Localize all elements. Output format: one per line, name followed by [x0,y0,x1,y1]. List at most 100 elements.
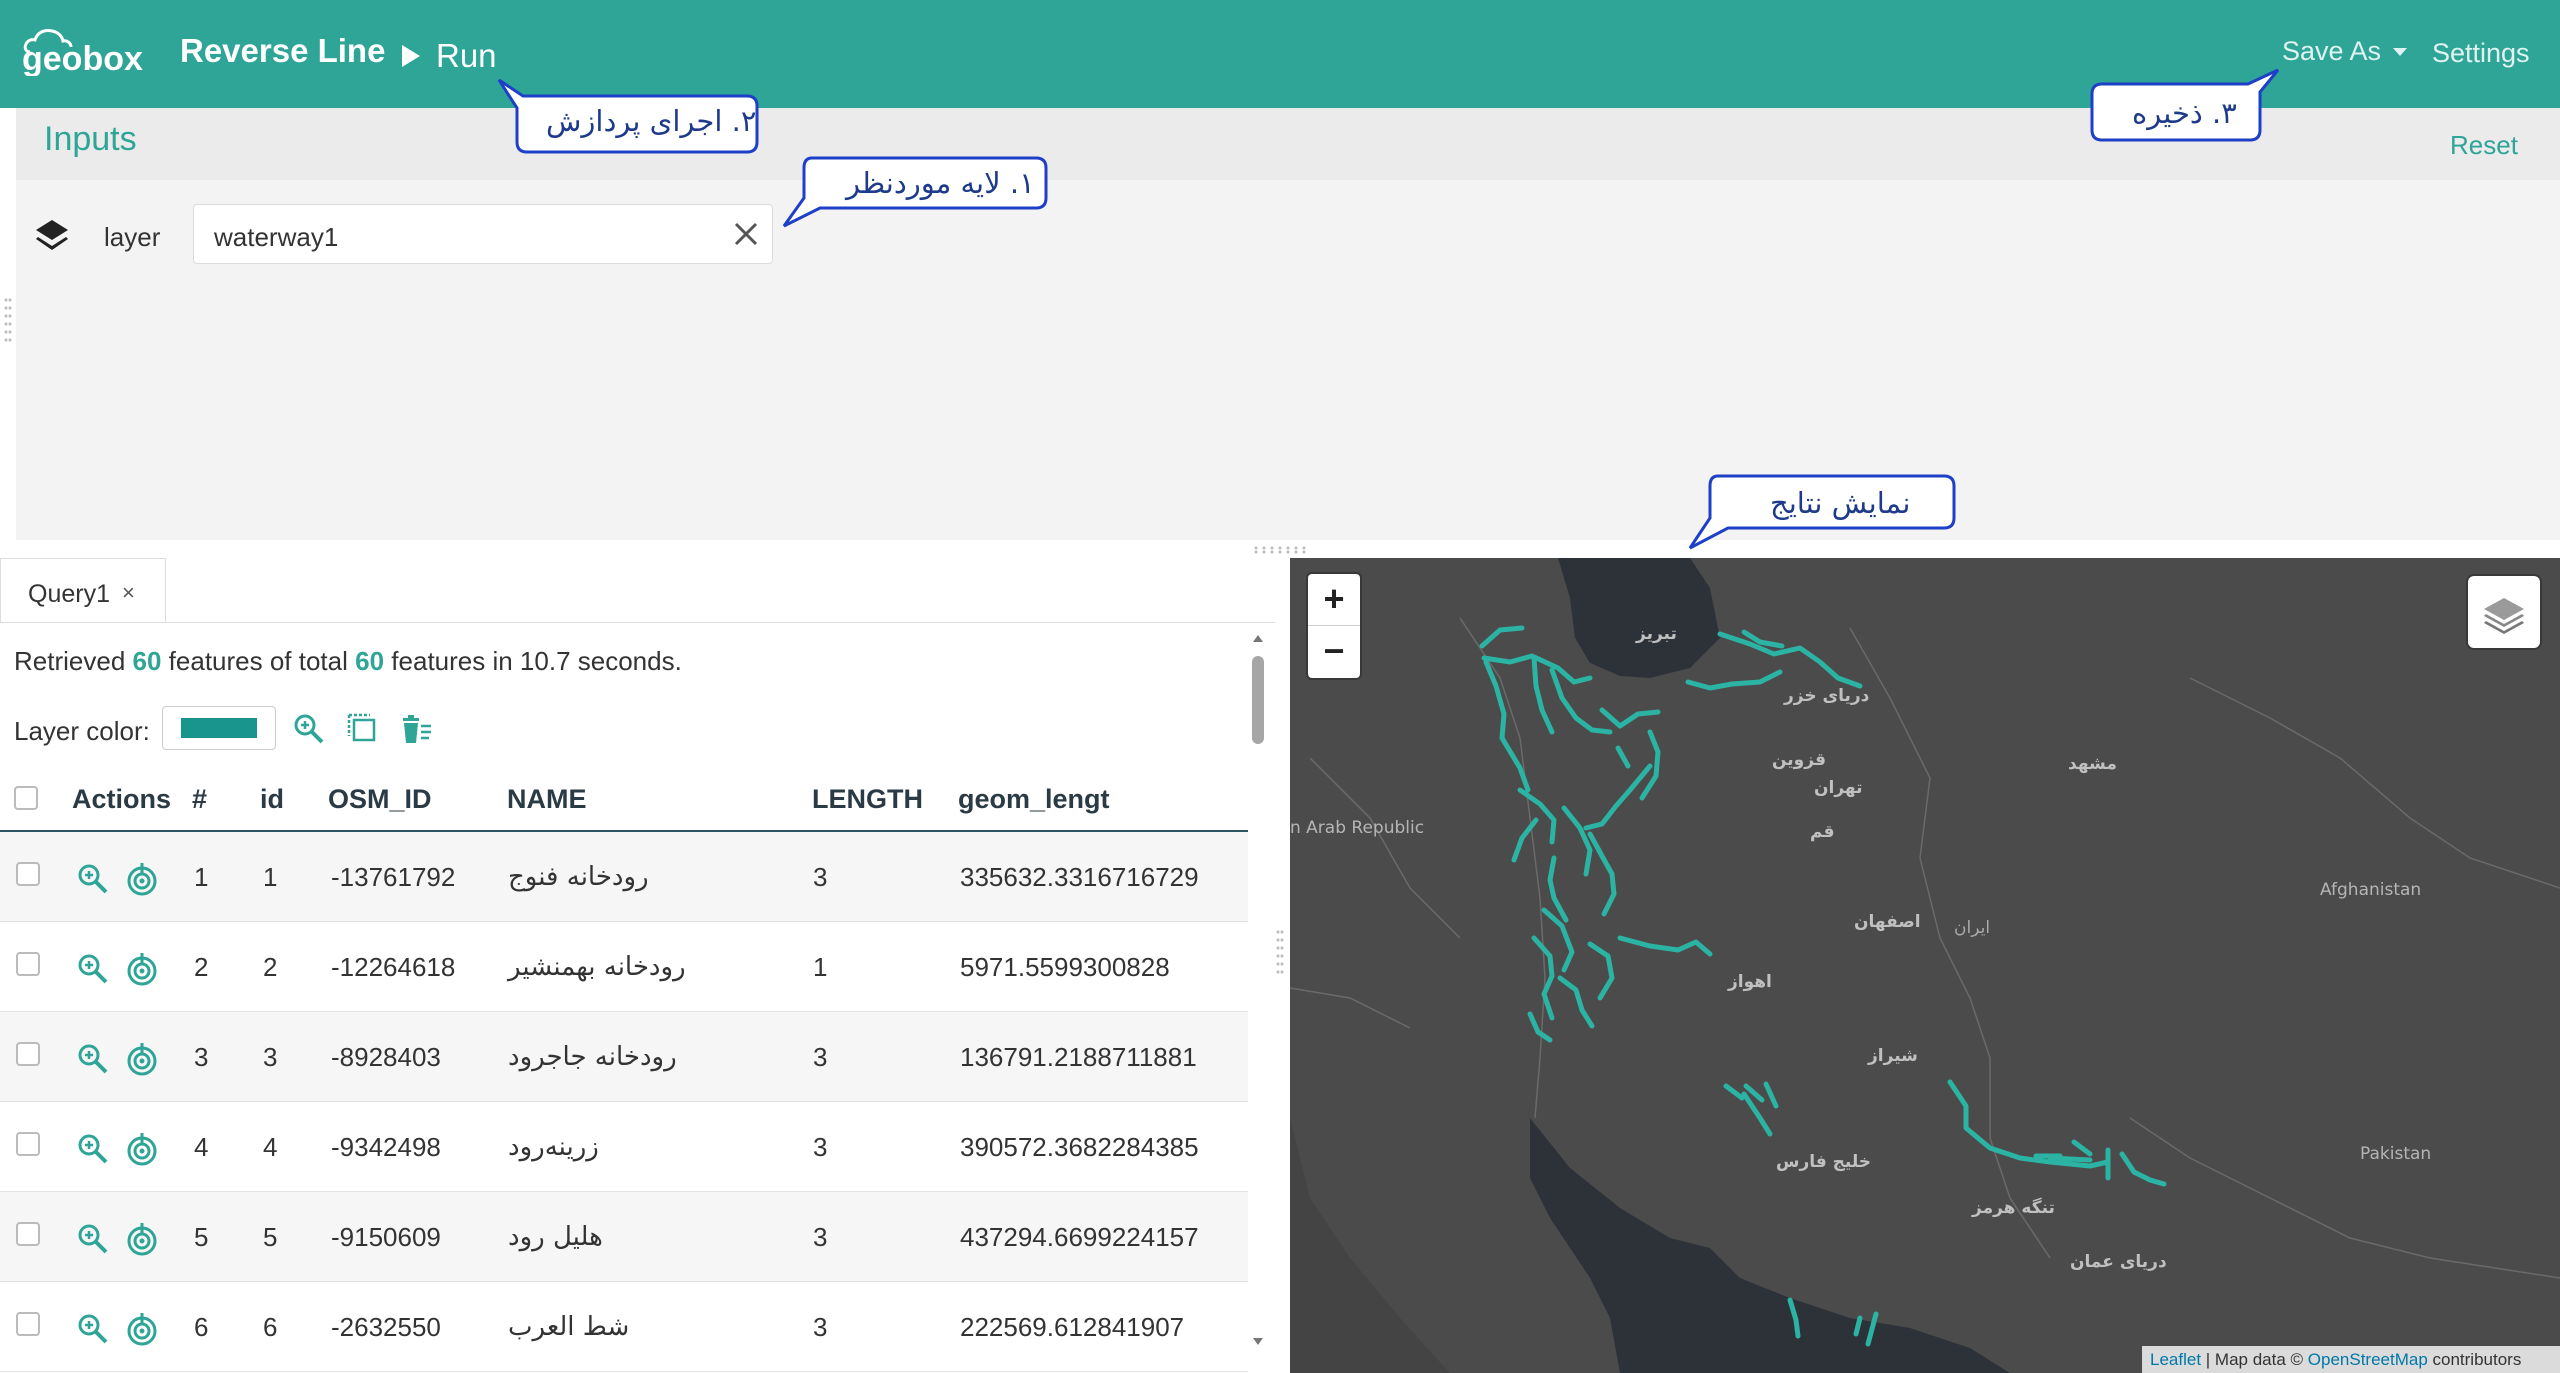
layer-switcher-button[interactable] [2468,576,2540,648]
col-number[interactable]: # [192,784,207,815]
save-as-dropdown[interactable]: Save As [2282,36,2408,67]
zoom-to-feature-icon[interactable] [76,1312,110,1346]
locate-feature-icon[interactable] [124,1221,160,1257]
row-geom-length: 136791.2188711881 [960,1042,1197,1072]
col-actions[interactable]: Actions [72,784,171,815]
row-id: 4 [263,1132,278,1162]
resize-handle-vertical[interactable] [1276,928,1284,984]
select-all-checkbox[interactable] [14,786,38,810]
row-checkbox[interactable] [16,1312,40,1336]
table-row[interactable]: 6 6 -2632550 شط العرب 3 222569.612841907 [0,1282,1248,1372]
row-geom-length: 222569.612841907 [960,1312,1185,1342]
row-checkbox[interactable] [16,952,40,976]
callout-save-text: ۳. ذخیره [2132,96,2237,130]
row-name: هلیل رود [508,1222,603,1252]
map-label-persian-gulf: خلیج فارس [1776,1152,1872,1172]
scroll-thumb[interactable] [1252,656,1264,744]
zoom-divider [1308,625,1360,626]
clear-icon[interactable] [732,220,760,248]
map-label-caspian: دریای خزر [1784,686,1870,706]
row-checkbox[interactable] [16,862,40,886]
resize-handle-left[interactable] [4,296,12,352]
table-row[interactable]: 1 1 -13761792 رودخانه فنوج 3 335632.331671672… [0,832,1248,922]
table-row[interactable]: 5 5 -9150609 هلیل رود 3 437294.6699224157 [0,1192,1248,1282]
row-id: 2 [263,952,278,982]
osm-link[interactable]: OpenStreetMap [2308,1350,2428,1369]
zoom-to-feature-icon[interactable] [76,1042,110,1076]
map-label-oman-sea: دریای عمان [2070,1252,2167,1272]
scroll-down-icon[interactable] [1252,1336,1264,1348]
row-osm-id: -9150609 [331,1222,441,1252]
row-number: 2 [194,952,209,982]
col-name[interactable]: NAME [507,784,587,815]
select-features-icon[interactable] [346,712,380,746]
row-checkbox[interactable] [16,1222,40,1246]
basemap [1290,558,2560,1373]
map-label-hormuz: تنگه هرمز [1972,1198,2055,1218]
row-number: 1 [194,862,209,892]
map-label-arab-republic: n Arab Republic [1290,818,1425,838]
col-osm-id[interactable]: OSM_ID [328,784,432,815]
zoom-control: + − [1308,574,1360,678]
row-id: 6 [263,1312,278,1342]
col-id[interactable]: id [260,784,284,815]
reset-button[interactable]: Reset [2450,130,2518,161]
row-id: 1 [263,862,278,892]
geobox-logo[interactable]: geobox [22,26,147,76]
layer-color-picker[interactable] [162,706,276,750]
zoom-to-feature-icon[interactable] [76,1132,110,1166]
callout-layer-text: ۱. لایه موردنظر [846,166,1035,200]
summary-suffix: features in 10.7 seconds. [391,646,682,676]
row-number: 5 [194,1222,209,1252]
table-row[interactable]: 4 4 -9342498 زرینه‌رود 3 390572.3682284385 [0,1102,1248,1192]
attribution-contributors: contributors [2427,1350,2522,1369]
zoom-to-feature-icon[interactable] [76,952,110,986]
run-button[interactable]: Run [400,34,497,78]
row-checkbox[interactable] [16,1132,40,1156]
col-length[interactable]: LENGTH [812,784,923,815]
row-osm-id: -13761792 [331,862,456,892]
map-label-qom: قم [1810,822,1835,842]
scroll-up-icon[interactable] [1252,632,1264,644]
row-length: 1 [813,952,828,982]
locate-feature-icon[interactable] [124,1311,160,1347]
map-label-isfahan: اصفهان [1854,912,1921,932]
save-as-label: Save As [2282,36,2382,66]
zoom-to-feature-icon[interactable] [76,862,110,896]
locate-feature-icon[interactable] [124,861,160,897]
zoom-in-button[interactable]: + [1308,574,1360,626]
row-osm-id: -8928403 [331,1042,441,1072]
row-osm-id: -2632550 [331,1312,441,1342]
settings-link[interactable]: Settings [2432,38,2530,69]
row-name: زرینه‌رود [508,1132,599,1162]
locate-feature-icon[interactable] [124,1041,160,1077]
row-name: شط العرب [508,1312,630,1342]
tab-label: Query1 [28,580,110,608]
col-geom-length[interactable]: geom_lengt [958,784,1110,815]
row-name: رودخانه جاجرود [508,1042,677,1072]
row-geom-length: 5971.5599300828 [960,952,1170,982]
locate-feature-icon[interactable] [124,1131,160,1167]
row-checkbox[interactable] [16,1042,40,1066]
zoom-to-feature-icon[interactable] [76,1222,110,1256]
map-label-tabriz: تبریز [1636,624,1677,644]
leaflet-link[interactable]: Leaflet [2150,1350,2201,1369]
table-row[interactable]: 3 3 -8928403 رودخانه جاجرود 3 136791.21887118… [0,1012,1248,1102]
resize-handle-horizontal[interactable] [1252,546,1308,554]
table-row[interactable]: 2 2 -12264618 رودخانه بهمنشیر 1 5971.55993008… [0,922,1248,1012]
locate-feature-icon[interactable] [124,951,160,987]
row-osm-id: -9342498 [331,1132,441,1162]
zoom-to-layer-icon[interactable] [292,712,326,746]
summary-total-count: 60 [355,646,385,676]
map-view[interactable]: n Arab Republic Afghanistan Pakistan تبر… [1290,558,2560,1373]
summary-retrieved-count: 60 [132,646,162,676]
zoom-out-button[interactable]: − [1308,626,1360,678]
layer-label: layer [104,222,161,252]
map-label-mashhad: مشهد [2068,754,2117,774]
delete-icon[interactable] [400,712,434,746]
page-title: Reverse Line [180,32,386,69]
tab-close-icon[interactable]: × [122,580,135,606]
tab-divider [0,622,1275,623]
callout-run-text: ۲. اجرای پردازش [546,104,757,138]
map-label-iran: ایران [1954,918,1991,938]
